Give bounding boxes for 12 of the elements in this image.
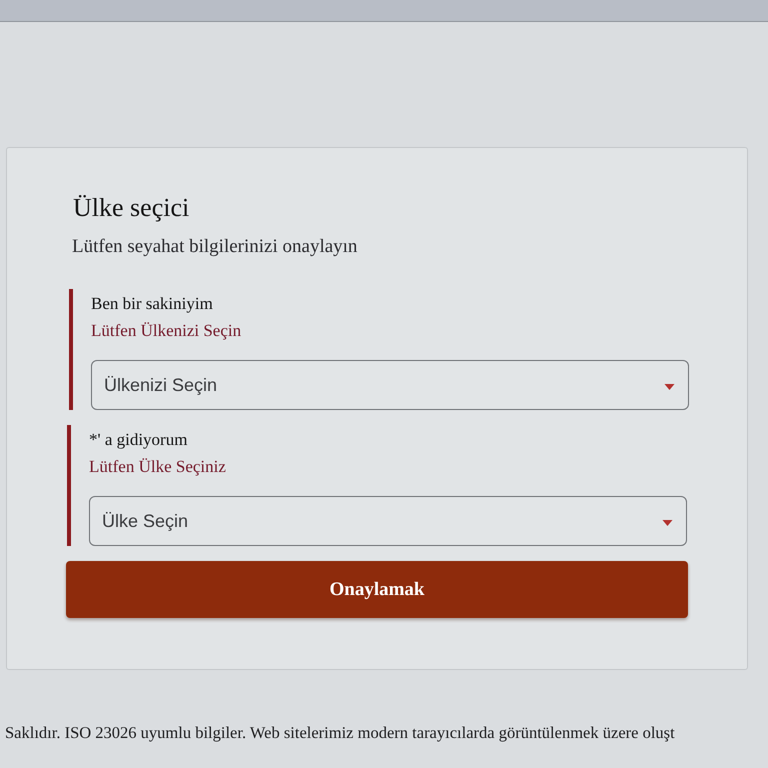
footer-text: Saklıdır. ISO 23026 uyumlu bilgiler. Web sitelerimiz modern tarayıcılarda görüntülenmek üzere oluşt	[5, 723, 675, 742]
confirm-button[interactable]: Onaylamak	[66, 561, 688, 618]
country-select[interactable]: Ülkenizi Seçin	[91, 360, 689, 410]
caret-icon	[662, 520, 673, 526]
field-label: *' a gidiyorum	[89, 429, 188, 451]
country-select[interactable]: Ülke Seçin	[89, 496, 687, 546]
field-label: Ben bir sakiniyim	[91, 293, 213, 315]
error-message: Lütfen Ülke Seçiniz	[89, 456, 226, 478]
card-title: Ülke seçici	[73, 192, 190, 224]
caret-icon	[664, 384, 675, 390]
error-message: Lütfen Ülkenizi Seçin	[91, 320, 242, 342]
card-subtitle: Lütfen seyahat bilgilerinizi onaylayın	[72, 235, 358, 259]
